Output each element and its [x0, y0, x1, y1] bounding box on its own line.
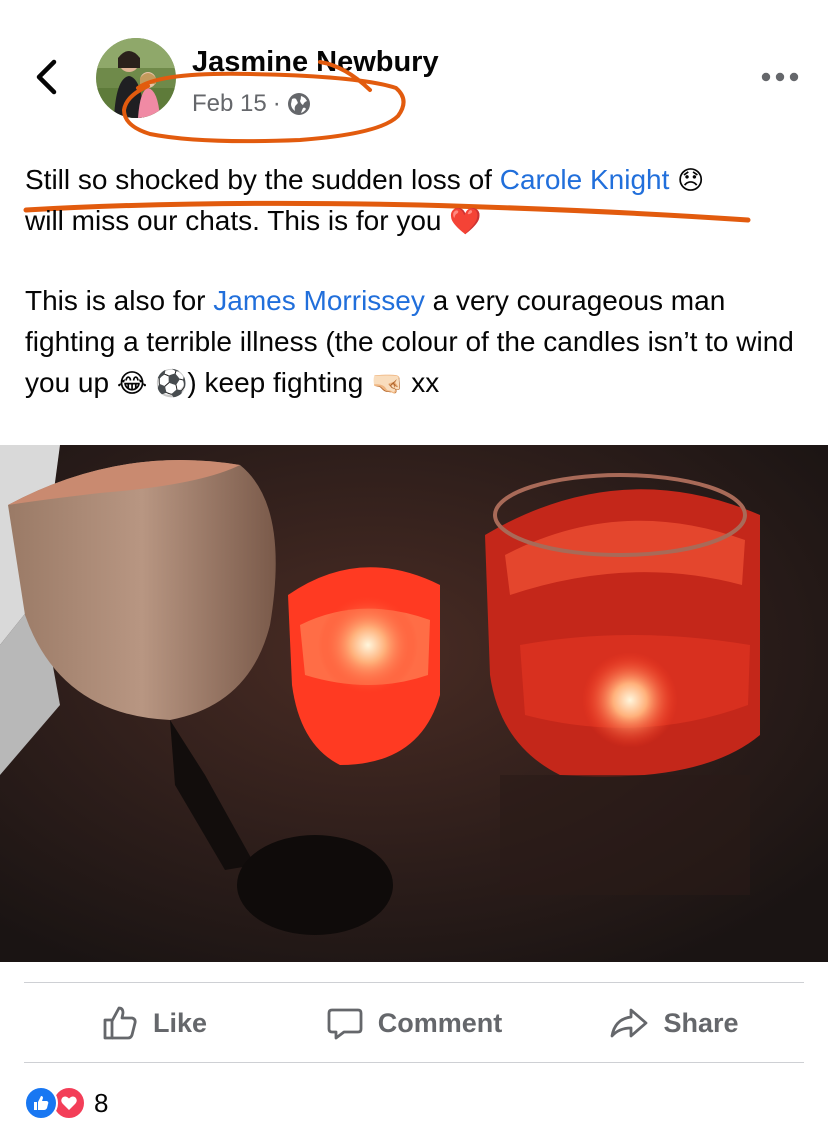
post-header: Jasmine Newbury Feb 15 ·: [0, 0, 828, 150]
more-icon: [761, 72, 799, 82]
thumbs-up-icon: [103, 1006, 137, 1040]
like-button[interactable]: Like: [24, 984, 284, 1062]
comment-icon: [327, 1008, 363, 1040]
globe-icon: [287, 93, 310, 115]
more-options-button[interactable]: [758, 62, 802, 92]
post-date[interactable]: Feb 15: [192, 90, 267, 118]
avatar-photo: [96, 38, 176, 118]
post-paragraph-1: Still so shocked by the sudden loss of C…: [25, 160, 805, 241]
text-segment: will miss our chats. This is for you: [25, 204, 450, 236]
author-name[interactable]: Jasmine Newbury: [192, 46, 439, 79]
share-label: Share: [663, 1007, 739, 1038]
divider-top: [24, 982, 804, 983]
action-bar: Like Comment Share: [24, 984, 804, 1062]
divider-bottom: [24, 1062, 804, 1063]
back-button[interactable]: [26, 52, 70, 102]
reaction-count: 8: [94, 1087, 109, 1118]
soccer-ball-emoji: ⚽: [155, 368, 188, 399]
post-paragraph-2: This is also for James Morrissey a very …: [25, 281, 805, 403]
mention-carole-knight[interactable]: Carole Knight: [500, 164, 670, 195]
avatar[interactable]: [96, 38, 176, 118]
text-segment: xx: [403, 366, 440, 398]
like-reaction-icon: [24, 1086, 58, 1120]
disappointed-face-emoji: 😞: [677, 166, 705, 196]
text-segment: ) keep fighting: [187, 366, 372, 398]
post-meta: Feb 15 ·: [192, 90, 311, 118]
comment-button[interactable]: Comment: [284, 984, 544, 1062]
mention-james-morrissey[interactable]: James Morrissey: [213, 285, 425, 316]
text-segment: This is also for: [25, 285, 214, 317]
post-photo[interactable]: [0, 445, 828, 962]
red-heart-emoji: ❤️: [449, 206, 482, 237]
laughing-tears-emoji: 😂: [116, 368, 148, 399]
candles-photo: [0, 445, 828, 962]
post-text: Still so shocked by the sudden loss of C…: [25, 160, 805, 403]
meta-separator: ·: [272, 90, 281, 117]
comment-label: Comment: [377, 1007, 503, 1038]
like-label: Like: [152, 1007, 208, 1038]
chevron-left-icon: [36, 59, 57, 95]
share-button[interactable]: Share: [544, 984, 804, 1062]
share-arrow-icon: [611, 1008, 648, 1038]
text-segment: Still so shocked by the sudden loss of: [25, 164, 500, 195]
reactions-summary[interactable]: 8: [24, 1086, 108, 1120]
fist-bump-emoji: 🤜🏻: [371, 368, 404, 399]
